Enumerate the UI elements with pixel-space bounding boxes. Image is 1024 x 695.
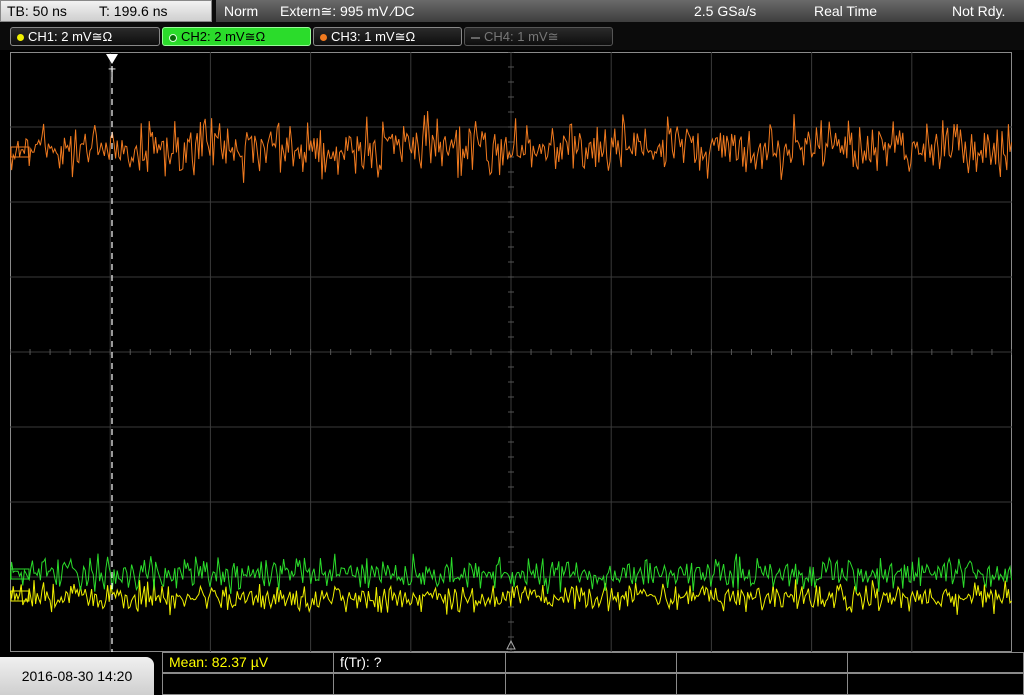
channel-1-label: CH1: 2 mV≅Ω [28,29,113,44]
acquisition-mode: Real Time [814,3,878,19]
timebase-readout: TB: 50 ns [7,3,67,19]
acquisition-panel[interactable]: Norm Extern≅: 995 mV ⁄DC 2.5 GSa/s Real … [216,0,1024,22]
measurement-slot-4 [676,652,848,673]
measurement-slot-7 [333,673,506,695]
trigger-time-readout: T: 199.6 ns [99,3,168,19]
trigger-marker-label: T [108,66,116,80]
date-time: 2016-08-30 14:20 [0,657,154,695]
measurement-slot-9 [676,673,848,695]
status-bar: TB: 50 ns T: 199.6 ns Norm Extern≅: 995 … [0,0,1024,24]
channel-1-button[interactable]: CH1: 2 mV≅Ω [10,27,160,46]
trigger-arrow-icon[interactable] [106,54,118,64]
graticule [10,52,1012,652]
channel-4-button[interactable]: CH4: 1 mV≅ [464,27,613,46]
waveform-canvas: T [10,52,1012,652]
channel-bar: CH1: 2 mV≅Ω CH2: 2 mV≅Ω CH3: 1 mV≅Ω CH4:… [0,24,1024,50]
measurement-slot-10 [847,673,1024,695]
measurement-panel[interactable]: Mean: 82.37 µV f(Tr): ? [162,652,1024,695]
channel-3-button[interactable]: CH3: 1 mV≅Ω [313,27,462,46]
channel-2-label: CH2: 2 mV≅Ω [181,29,266,44]
measurement-slot-3 [505,652,677,673]
acquisition-state: Not Rdy. [952,3,1006,19]
measurement-slot-6 [162,673,334,695]
timebase-panel[interactable]: TB: 50 ns T: 199.6 ns [0,0,212,22]
measurement-slot-5 [847,652,1024,673]
channel-1-dot-icon [17,34,24,42]
trigger-mode: Norm [224,3,259,19]
mean-measurement: Mean: 82.37 µV [162,652,334,673]
channel-3-dot-icon [320,34,327,42]
channel-4-dash-icon [471,36,480,39]
sample-rate: 2.5 GSa/s [694,3,757,19]
frequency-measurement: f(Tr): ? [333,652,506,673]
channel-2-button[interactable]: CH2: 2 mV≅Ω [162,27,311,46]
channel-2-dot-icon [169,33,177,42]
trigger-source: Extern≅: 995 mV ⁄DC [280,3,415,19]
measurement-slot-8 [505,673,677,695]
channel-3-label: CH3: 1 mV≅Ω [331,29,416,44]
channel-4-label: CH4: 1 mV≅ [484,29,559,44]
